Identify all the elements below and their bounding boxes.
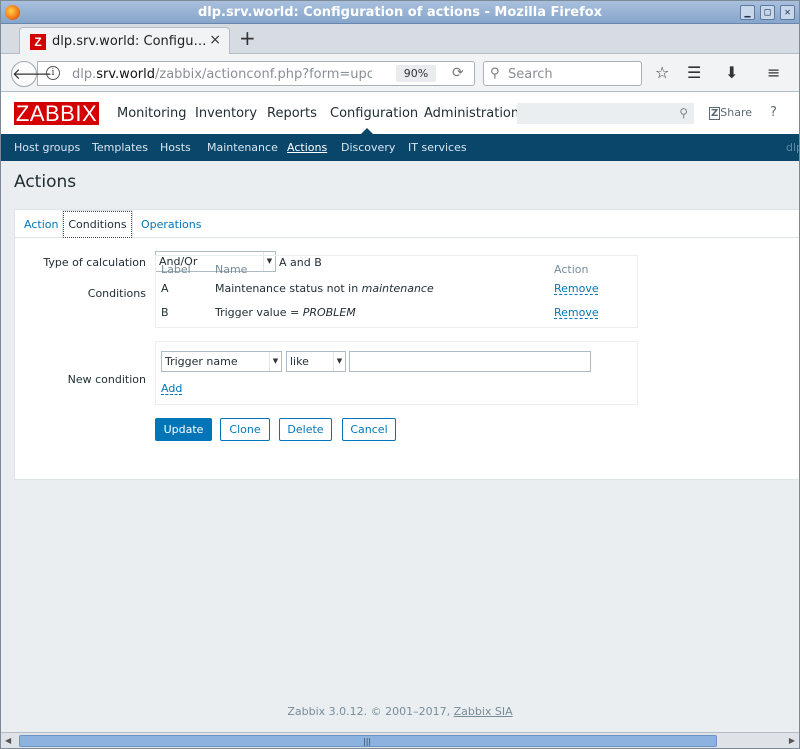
zabbix-page: ZABBIX Monitoring Inventory Reports Conf… (1, 92, 799, 732)
footer-text: Zabbix 3.0.12. © 2001–2017, (287, 705, 454, 718)
scroll-right-icon[interactable]: ▶ (789, 736, 795, 745)
share-link[interactable]: Z Share (709, 106, 752, 120)
condition-label: A (161, 282, 169, 295)
horizontal-scrollbar[interactable]: ◀ ||| ▶ (1, 732, 799, 748)
browser-window: dlp.srv.world: Configuration of actions … (0, 0, 800, 749)
subnav-discovery[interactable]: Discovery (341, 141, 395, 154)
column-header-action: Action (554, 263, 589, 276)
title-bar: dlp.srv.world: Configuration of actions … (1, 1, 799, 24)
action-form-panel: Action Conditions Operations Type of cal… (14, 209, 799, 480)
page-footer: Zabbix 3.0.12. © 2001–2017, Zabbix SIA (1, 705, 799, 718)
chevron-down-icon: ▼ (269, 352, 281, 371)
subnav-maintenance[interactable]: Maintenance (207, 141, 278, 154)
url-bar[interactable]: i dlp.srv.world/zabbix/actionconf.php?fo… (37, 61, 475, 86)
scrollbar-thumb[interactable]: ||| (19, 735, 717, 747)
tab-title: dlp.srv.world: Configu… (52, 34, 207, 49)
new-condition-box: Trigger name ▼ like ▼ Add (155, 341, 638, 405)
condition-name: Maintenance status not in maintenance (215, 282, 434, 295)
delete-button[interactable]: Delete (279, 418, 332, 441)
new-tab-button[interactable]: + (239, 28, 256, 48)
subnav-templates[interactable]: Templates (92, 141, 148, 154)
subnav-host-groups[interactable]: Host groups (14, 141, 80, 154)
conditions-table: Label Name Action A Maintenance status n… (155, 255, 638, 328)
search-icon[interactable]: ⚲ (679, 106, 688, 120)
condition-label: B (161, 306, 169, 319)
close-window-button[interactable]: ✕ (780, 5, 795, 20)
search-icon: ⚲ (490, 66, 500, 81)
new-condition-label: New condition (67, 373, 146, 386)
zabbix-favicon-icon: Z (30, 34, 46, 50)
subnav-it-services[interactable]: IT services (408, 141, 467, 154)
cancel-button[interactable]: Cancel (342, 418, 396, 441)
type-of-calculation-label: Type of calculation (43, 256, 146, 269)
help-icon[interactable]: ? (770, 105, 777, 120)
remove-condition-link[interactable]: Remove (554, 306, 599, 319)
tab-action[interactable]: Action (24, 218, 58, 231)
back-button[interactable]: 🡐 (11, 61, 52, 87)
condition-operator-select[interactable]: like ▼ (286, 351, 346, 372)
clone-button[interactable]: Clone (220, 418, 270, 441)
close-tab-icon[interactable]: × (209, 32, 221, 48)
search-placeholder: Search (508, 67, 553, 82)
maximize-button[interactable]: □ (760, 5, 775, 20)
scroll-left-icon[interactable]: ◀ (5, 736, 11, 745)
menu-configuration[interactable]: Configuration (330, 106, 418, 121)
condition-value-input[interactable] (349, 351, 591, 372)
reading-list-icon[interactable]: ☰ (687, 64, 701, 82)
form-tabs: Action Conditions Operations (15, 210, 799, 239)
column-header-label: Label (161, 263, 191, 276)
bookmark-star-icon[interactable]: ☆ (655, 64, 669, 82)
chevron-down-icon: ▼ (333, 352, 345, 371)
zoom-indicator[interactable]: 90% (396, 65, 436, 82)
footer-link[interactable]: Zabbix SIA (454, 705, 513, 718)
tab-conditions[interactable]: Conditions (62, 210, 133, 239)
subnav-hosts[interactable]: Hosts (160, 141, 191, 154)
tab-strip: Z dlp.srv.world: Configu… × (1, 24, 799, 54)
zabbix-header: ZABBIX Monitoring Inventory Reports Conf… (1, 92, 799, 134)
menu-reports[interactable]: Reports (267, 106, 317, 121)
menu-administration[interactable]: Administration (424, 106, 519, 121)
page-title: Actions (14, 172, 77, 192)
column-header-name: Name (215, 263, 248, 276)
reload-icon[interactable]: ⟳ (452, 65, 464, 81)
sub-navigation: Host groups Templates Hosts Maintenance … (1, 134, 799, 161)
tab-operations[interactable]: Operations (141, 218, 201, 231)
url-text[interactable]: dlp.srv.world/zabbix/actionconf.php?form… (72, 67, 372, 82)
menu-inventory[interactable]: Inventory (195, 106, 257, 121)
server-name: dlp (786, 141, 799, 154)
browser-tab[interactable]: Z dlp.srv.world: Configu… × (19, 27, 230, 54)
minimize-button[interactable]: ▁ (740, 5, 755, 20)
conditions-label: Conditions (87, 287, 146, 300)
add-condition-link[interactable]: Add (161, 382, 182, 395)
subnav-actions[interactable]: Actions (287, 141, 327, 154)
menu-icon[interactable]: ≡ (767, 64, 780, 82)
grip-icon: ||| (363, 737, 372, 746)
browser-search-box[interactable]: ⚲ Search (483, 61, 642, 86)
zabbix-logo[interactable]: ZABBIX (14, 102, 99, 125)
condition-type-select[interactable]: Trigger name ▼ (161, 351, 282, 372)
window-title: dlp.srv.world: Configuration of actions … (197, 5, 603, 20)
downloads-icon[interactable]: ⬇ (725, 64, 738, 82)
update-button[interactable]: Update (155, 418, 212, 441)
menu-monitoring[interactable]: Monitoring (117, 106, 187, 121)
global-search-input[interactable]: ⚲ (517, 103, 694, 124)
condition-name: Trigger value = PROBLEM (215, 306, 356, 319)
remove-condition-link[interactable]: Remove (554, 282, 599, 295)
